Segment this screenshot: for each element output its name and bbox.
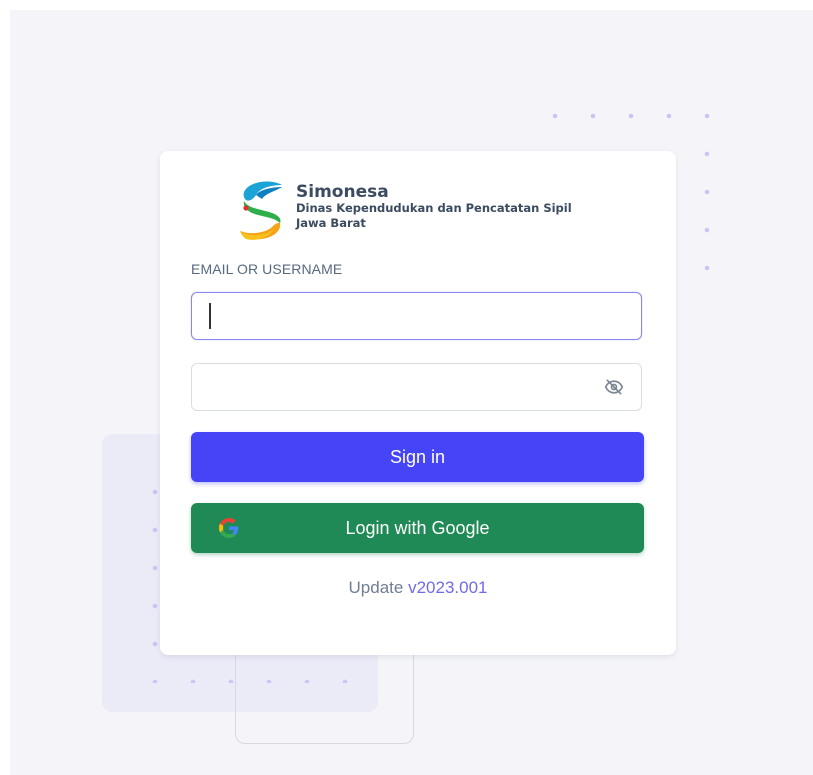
brand-subtitle-line1: Dinas Kependudukan dan Pencatatan Sipil bbox=[296, 201, 572, 215]
password-input[interactable] bbox=[191, 363, 642, 411]
version-info: Update v2023.001 bbox=[160, 578, 676, 598]
version-number: v2023.001 bbox=[408, 578, 488, 597]
sign-in-button[interactable]: Sign in bbox=[191, 432, 644, 482]
update-label: Update bbox=[348, 578, 404, 597]
brand-header: Simonesa Dinas Kependudukan dan Pencatat… bbox=[238, 179, 572, 243]
google-login-label: Login with Google bbox=[345, 517, 490, 538]
simonesa-logo-icon bbox=[240, 181, 282, 240]
login-page: Simonesa Dinas Kependudukan dan Pencatat… bbox=[10, 10, 813, 775]
email-input[interactable] bbox=[191, 292, 642, 340]
email-label: EMAIL OR USERNAME bbox=[191, 261, 343, 277]
google-icon bbox=[219, 518, 239, 538]
brand-subtitle-line2: Jawa Barat bbox=[296, 216, 366, 230]
eye-off-icon[interactable] bbox=[604, 377, 624, 397]
text-caret bbox=[209, 303, 211, 329]
login-card: Simonesa Dinas Kependudukan dan Pencatat… bbox=[160, 151, 676, 655]
brand-name: Simonesa bbox=[296, 182, 389, 202]
google-login-button[interactable]: Login with Google bbox=[191, 503, 644, 553]
brand-text: Simonesa Dinas Kependudukan dan Pencatat… bbox=[296, 179, 572, 231]
